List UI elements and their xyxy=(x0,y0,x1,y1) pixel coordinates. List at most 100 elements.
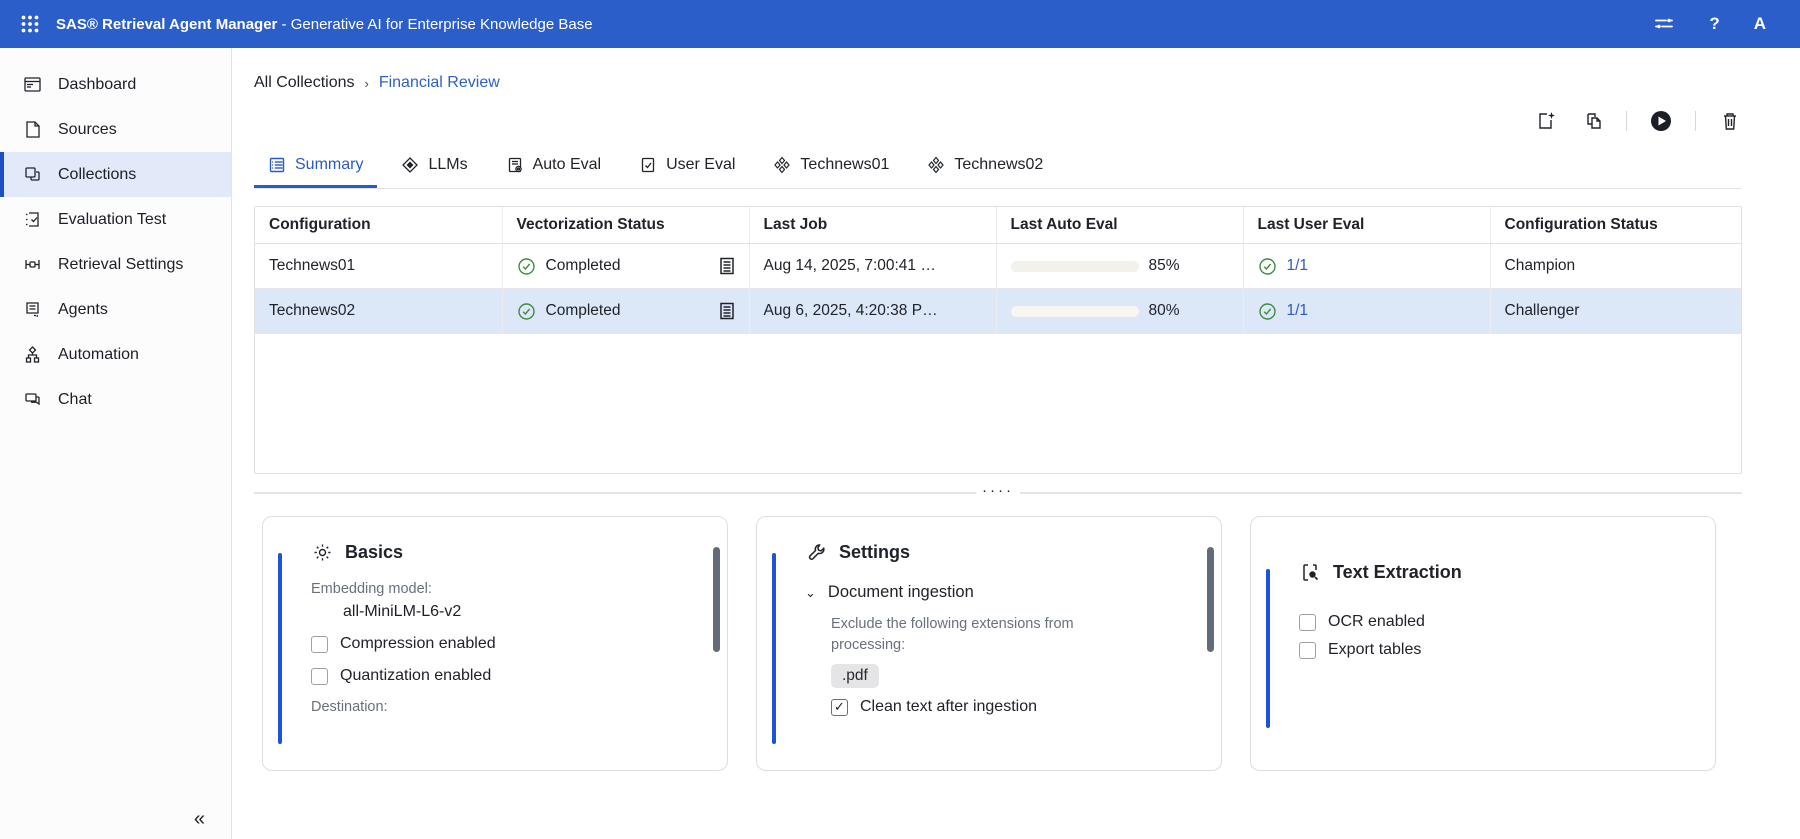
clean-text-checkbox[interactable]: ✓ Clean text after ingestion xyxy=(831,698,1191,716)
card-title: Basics xyxy=(345,542,403,563)
checkbox-label: Quantization enabled xyxy=(340,667,491,685)
column-header-last-auto-eval[interactable]: Last Auto Eval xyxy=(996,207,1243,244)
embedding-model-label: Embedding model: xyxy=(311,581,697,597)
job-log-icon[interactable] xyxy=(719,302,735,320)
user-eval-icon xyxy=(639,156,657,174)
extension-chip: .pdf xyxy=(831,664,879,688)
sidebar-item-evaluation-test[interactable]: Evaluation Test xyxy=(0,197,231,242)
auto-eval-percent: 80% xyxy=(1149,302,1180,320)
sidebar-item-label: Sources xyxy=(58,121,117,139)
llms-diamond-icon xyxy=(401,156,419,174)
configurations-table: Configuration Vectorization Status Last … xyxy=(254,206,1742,474)
destination-label: Destination: xyxy=(311,699,697,715)
settings-scrollbar[interactable] xyxy=(1207,547,1214,652)
checkbox-label: OCR enabled xyxy=(1328,613,1425,631)
sources-icon xyxy=(22,120,42,140)
delete-icon[interactable] xyxy=(1718,109,1742,133)
sidebar-item-agents[interactable]: Agents xyxy=(0,287,231,332)
checkbox-unchecked-icon xyxy=(1299,614,1316,631)
status-text: Completed xyxy=(546,257,709,275)
cell-configuration: Technews02 xyxy=(255,289,502,334)
sidebar-collapse-button[interactable]: « xyxy=(194,808,205,831)
sidebar-item-automation[interactable]: Automation xyxy=(0,332,231,377)
breadcrumb: All Collections › Financial Review xyxy=(254,74,1742,92)
breadcrumb-all-collections[interactable]: All Collections xyxy=(254,74,354,92)
tab-user-eval[interactable]: User Eval xyxy=(625,148,749,188)
preferences-sliders-icon[interactable] xyxy=(1653,13,1675,35)
tab-auto-eval[interactable]: Auto Eval xyxy=(492,148,615,188)
table-row-selected[interactable]: Technews02 Completed Aug 6, 2025, 4:20:3… xyxy=(255,289,1741,334)
embedding-model-value: all-MiniLM-L6-v2 xyxy=(343,603,697,621)
cell-configuration: Technews01 xyxy=(255,244,502,289)
document-ingestion-section[interactable]: ⌄ Document ingestion xyxy=(805,583,1191,602)
sidebar-item-collections[interactable]: Collections xyxy=(0,152,231,197)
checkbox-checked-icon: ✓ xyxy=(831,699,848,716)
breadcrumb-current-collection[interactable]: Financial Review xyxy=(379,74,500,92)
checkbox-label: Compression enabled xyxy=(340,635,496,653)
wrench-icon xyxy=(805,541,827,563)
sidebar-item-label: Chat xyxy=(58,391,92,409)
tab-technews01[interactable]: Technews01 xyxy=(759,148,903,188)
tab-label: Technews01 xyxy=(800,156,889,174)
tab-label: LLMs xyxy=(428,156,467,174)
app-title: SAS® Retrieval Agent Manager - Generativ… xyxy=(56,16,593,33)
checkbox-unchecked-icon xyxy=(1299,642,1316,659)
export-tables-checkbox[interactable]: Export tables xyxy=(1299,641,1685,659)
compression-enabled-checkbox[interactable]: Compression enabled xyxy=(311,635,697,653)
help-icon[interactable]: ? xyxy=(1709,14,1719,34)
cell-configuration-status: Challenger xyxy=(1490,289,1741,334)
splitter-handle-icon[interactable]: ···· xyxy=(976,486,1020,496)
column-header-configuration-status[interactable]: Configuration Status xyxy=(1490,207,1741,244)
panel-splitter[interactable]: ···· xyxy=(254,488,1742,498)
card-accent-bar xyxy=(772,553,776,744)
checkbox-label: Export tables xyxy=(1328,641,1421,659)
basics-scrollbar[interactable] xyxy=(713,547,720,652)
basics-card: Basics Embedding model: all-MiniLM-L6-v2… xyxy=(262,516,728,771)
sidebar-item-retrieval-settings[interactable]: Retrieval Settings xyxy=(0,242,231,287)
sidebar-item-label: Dashboard xyxy=(58,76,136,94)
user-eval-link[interactable]: 1/1 xyxy=(1287,302,1309,320)
chevron-down-icon: ⌄ xyxy=(805,585,816,601)
quantization-enabled-checkbox[interactable]: Quantization enabled xyxy=(311,667,697,685)
document-search-icon xyxy=(1299,561,1321,583)
card-title: Text Extraction xyxy=(1333,562,1462,583)
toolbar-divider xyxy=(1626,111,1627,131)
auto-eval-icon xyxy=(506,156,524,174)
user-avatar[interactable]: A xyxy=(1754,14,1766,34)
sidebar-item-dashboard[interactable]: Dashboard xyxy=(0,62,231,107)
copy-icon[interactable] xyxy=(1580,109,1604,133)
text-extraction-card: Text Extraction OCR enabled Export table… xyxy=(1250,516,1716,771)
sidebar-item-sources[interactable]: Sources xyxy=(0,107,231,152)
settings-card: Settings ⌄ Document ingestion Exclude th… xyxy=(756,516,1222,771)
user-eval-link[interactable]: 1/1 xyxy=(1287,257,1309,275)
cell-vectorization-status: Completed xyxy=(502,289,749,334)
ocr-enabled-checkbox[interactable]: OCR enabled xyxy=(1299,613,1685,631)
check-circle-icon xyxy=(517,302,536,321)
collections-icon xyxy=(22,165,42,185)
check-circle-icon xyxy=(1258,257,1277,276)
column-header-vectorization-status[interactable]: Vectorization Status xyxy=(502,207,749,244)
table-row[interactable]: Technews01 Completed Aug 14, 2025, 7:00:… xyxy=(255,244,1741,289)
column-header-configuration[interactable]: Configuration xyxy=(255,207,502,244)
cell-last-user-eval: 1/1 xyxy=(1243,289,1490,334)
sidebar-item-label: Automation xyxy=(58,346,139,364)
sidebar-item-label: Evaluation Test xyxy=(58,211,166,229)
summary-grid-icon xyxy=(268,156,286,174)
tab-label: Auto Eval xyxy=(533,156,601,174)
run-icon[interactable] xyxy=(1649,109,1673,133)
sidebar-item-chat[interactable]: Chat xyxy=(0,377,231,422)
evaluation-test-icon xyxy=(22,210,42,230)
cell-last-auto-eval: 85% xyxy=(996,244,1243,289)
app-grid-icon[interactable] xyxy=(20,13,42,35)
section-label: Document ingestion xyxy=(828,583,974,602)
tab-label: Technews02 xyxy=(954,156,1043,174)
tab-summary[interactable]: Summary xyxy=(254,148,377,188)
tab-technews02[interactable]: Technews02 xyxy=(913,148,1057,188)
job-log-icon[interactable] xyxy=(719,257,735,275)
cell-vectorization-status: Completed xyxy=(502,244,749,289)
new-collection-icon[interactable] xyxy=(1534,109,1558,133)
column-header-last-job[interactable]: Last Job xyxy=(749,207,996,244)
config-diamonds-icon xyxy=(773,156,791,174)
tab-llms[interactable]: LLMs xyxy=(387,148,481,188)
column-header-last-user-eval[interactable]: Last User Eval xyxy=(1243,207,1490,244)
